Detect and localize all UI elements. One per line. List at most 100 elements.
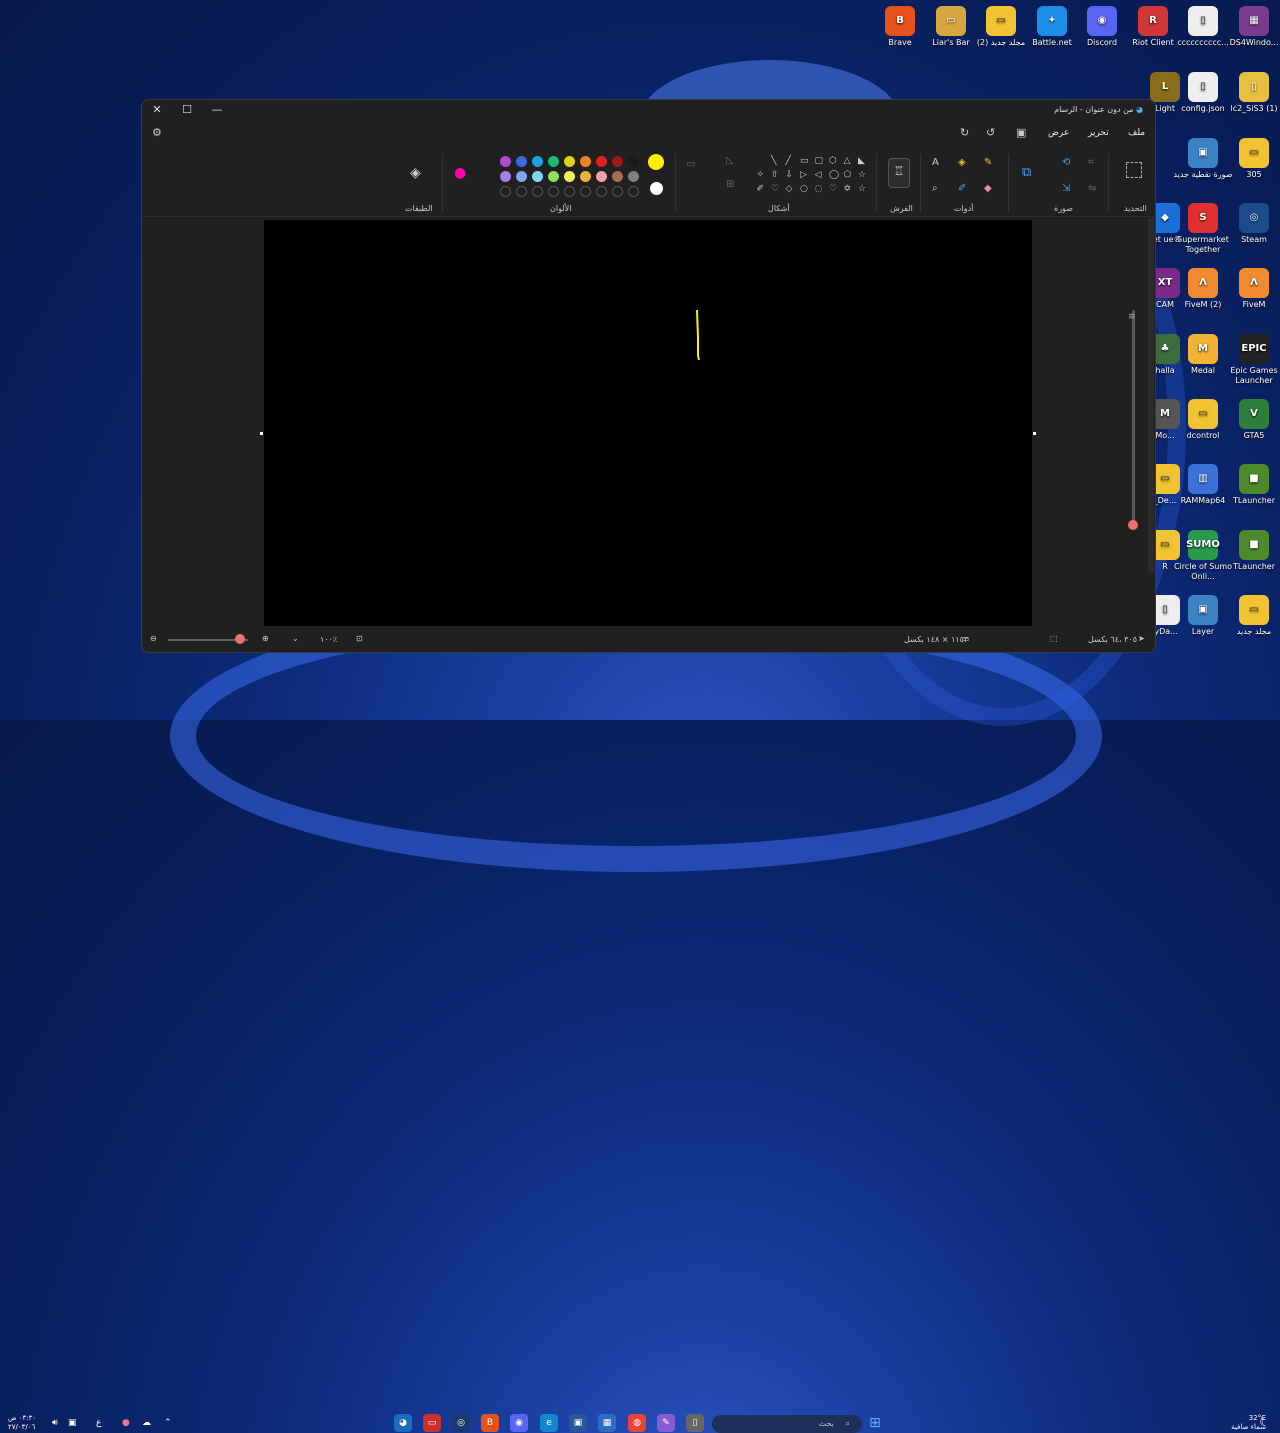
start-button-windows-icon[interactable]: ⊞ bbox=[866, 1414, 884, 1432]
palette-color-swatch[interactable] bbox=[516, 171, 527, 182]
shape-fill-icon[interactable]: ▭ bbox=[686, 160, 695, 170]
network-icon[interactable]: ▣ bbox=[68, 1418, 77, 1428]
flip-image-icon[interactable]: ⇋ bbox=[1088, 184, 1096, 194]
desktop-icon[interactable]: ■ TLauncher bbox=[1223, 530, 1280, 572]
layers-icon[interactable]: ◈ bbox=[410, 166, 421, 180]
shape-option-icon[interactable]: ✧ bbox=[757, 170, 765, 180]
custom-color-slot[interactable] bbox=[580, 186, 591, 197]
brush-size-slider-thumb[interactable] bbox=[1128, 520, 1138, 530]
taskbar-brave-icon[interactable]: B bbox=[481, 1414, 499, 1432]
clock-time[interactable]: ٠٣:٣٠ ص bbox=[8, 1414, 36, 1423]
minimize-button[interactable]: — bbox=[202, 100, 232, 120]
shape-style-icon[interactable]: ⊞ bbox=[726, 180, 734, 190]
palette-color-swatch[interactable] bbox=[564, 156, 575, 167]
desktop-icon[interactable]: ◎ Steam bbox=[1223, 203, 1280, 245]
custom-color-slot[interactable] bbox=[628, 186, 639, 197]
palette-color-swatch[interactable] bbox=[580, 156, 591, 167]
taskbar-app-icon-2[interactable]: ✎ bbox=[657, 1414, 675, 1432]
speaker-icon[interactable]: 🔊︎ bbox=[52, 1418, 58, 1428]
shape-option-icon[interactable]: △ bbox=[844, 156, 851, 166]
desktop-icon[interactable]: ▯ lc2_SiS3 (1) bbox=[1223, 72, 1280, 114]
menu-file[interactable]: ملف bbox=[1128, 128, 1145, 138]
show-hidden-icons-chevron-icon[interactable]: ⌃ bbox=[164, 1418, 172, 1428]
palette-color-swatch[interactable] bbox=[612, 171, 623, 182]
custom-color-slot[interactable] bbox=[548, 186, 559, 197]
shape-option-icon[interactable]: ○ bbox=[800, 184, 808, 194]
desktop-icon[interactable]: Λ FiveM bbox=[1223, 268, 1280, 310]
resize-image-icon[interactable]: ⇲ bbox=[1062, 184, 1070, 194]
zoom-out-icon[interactable]: ⊖ bbox=[150, 634, 157, 643]
shape-option-icon[interactable]: ☆ bbox=[858, 170, 866, 180]
shape-option-icon[interactable]: ▷ bbox=[800, 170, 807, 180]
custom-color-slot[interactable] bbox=[500, 186, 511, 197]
menu-view[interactable]: عرض bbox=[1048, 128, 1069, 138]
palette-color-swatch[interactable] bbox=[548, 171, 559, 182]
shape-option-icon[interactable]: ╱ bbox=[786, 156, 791, 166]
shape-option-icon[interactable]: ╲ bbox=[771, 156, 776, 166]
shape-option-icon[interactable]: ♡ bbox=[771, 184, 779, 194]
palette-color-swatch[interactable] bbox=[564, 171, 575, 182]
palette-color-swatch[interactable] bbox=[628, 171, 639, 182]
vertical-scrollbar[interactable] bbox=[1148, 218, 1154, 573]
drawing-canvas[interactable] bbox=[264, 220, 1032, 626]
weather-moon-icon[interactable]: ☾ bbox=[1259, 1415, 1270, 1429]
select-tool-icon[interactable] bbox=[1126, 162, 1142, 178]
desktop-icon[interactable]: V GTA5 bbox=[1223, 399, 1280, 441]
taskbar-steam-icon[interactable]: ◎ bbox=[452, 1414, 470, 1432]
save-icon[interactable]: ▣ bbox=[1016, 126, 1026, 139]
color-picker-wheel-icon[interactable]: ● bbox=[454, 166, 466, 180]
shape-option-icon[interactable]: ◌ bbox=[815, 184, 823, 194]
shape-option-icon[interactable]: ⇩ bbox=[786, 170, 794, 180]
clock-date[interactable]: ٢٧/٠٣/٠٦ bbox=[8, 1423, 36, 1432]
undo-icon[interactable]: ↺ bbox=[986, 126, 995, 139]
brush-size-slider-track[interactable] bbox=[1132, 310, 1135, 525]
crop-image-icon[interactable]: ⧉ bbox=[1022, 166, 1031, 179]
taskbar-file-icon[interactable]: ▯ bbox=[686, 1414, 704, 1432]
microphone-icon[interactable]: ● bbox=[122, 1418, 130, 1428]
taskbar-store-icon[interactable]: ▦ bbox=[598, 1414, 616, 1432]
taskbar-edge-icon[interactable]: e bbox=[540, 1414, 558, 1432]
palette-color-swatch[interactable] bbox=[500, 156, 511, 167]
zoom-slider-thumb[interactable] bbox=[235, 634, 245, 644]
palette-color-swatch[interactable] bbox=[500, 171, 511, 182]
settings-icon[interactable]: ⚙ bbox=[152, 126, 162, 139]
maximize-button[interactable]: ☐ bbox=[172, 100, 202, 120]
taskbar-paint-icon[interactable]: ◕ bbox=[394, 1414, 412, 1432]
custom-color-slot[interactable] bbox=[596, 186, 607, 197]
desktop-icon[interactable]: ▦ DS4Windo... bbox=[1223, 6, 1280, 48]
shape-option-icon[interactable]: ☆ bbox=[858, 184, 866, 194]
palette-color-swatch[interactable] bbox=[516, 156, 527, 167]
taskbar-discord-icon[interactable]: ◉ bbox=[510, 1414, 528, 1432]
crop-icon[interactable]: ⌗ bbox=[1088, 158, 1094, 168]
desktop-icon[interactable]: ▭ 305 bbox=[1223, 138, 1280, 180]
taskbar-search-box[interactable]: ⌕ بحث bbox=[712, 1415, 862, 1433]
shape-option-icon[interactable]: ◣ bbox=[858, 156, 865, 166]
rotate-image-icon[interactable]: ⟲ bbox=[1062, 158, 1070, 168]
palette-color-swatch[interactable] bbox=[628, 156, 639, 167]
menu-edit[interactable]: تحرير bbox=[1088, 128, 1109, 138]
text-tool-icon[interactable]: A bbox=[932, 158, 939, 168]
palette-color-swatch[interactable] bbox=[532, 171, 543, 182]
secondary-color-swatch[interactable] bbox=[650, 182, 663, 195]
fit-to-window-icon[interactable]: ⊡ bbox=[356, 634, 363, 643]
taskbar-chrome-icon[interactable]: ◍ bbox=[628, 1414, 646, 1432]
canvas-resize-handle-right[interactable] bbox=[1033, 432, 1036, 435]
custom-color-slot[interactable] bbox=[516, 186, 527, 197]
color-picker-tool-icon[interactable]: ✐ bbox=[958, 184, 966, 194]
zoom-dropdown-chevron-icon[interactable]: ⌄ bbox=[292, 634, 299, 643]
fill-tool-icon[interactable]: ◈ bbox=[958, 158, 966, 168]
pencil-tool-icon[interactable]: ✎ bbox=[984, 158, 992, 168]
zoom-level[interactable]: ١٠٠٪ bbox=[320, 635, 337, 644]
palette-color-swatch[interactable] bbox=[532, 156, 543, 167]
eraser-tool-icon[interactable]: ◆ bbox=[984, 184, 992, 194]
taskbar-app-icon[interactable]: ▭ bbox=[423, 1414, 441, 1432]
shape-option-icon[interactable]: ◇ bbox=[786, 184, 793, 194]
shape-option-icon[interactable]: ▭ bbox=[800, 156, 809, 166]
desktop-icon[interactable]: EPIC Epic Games Launcher bbox=[1223, 334, 1280, 386]
shape-outline-icon[interactable]: ◺ bbox=[726, 156, 734, 166]
close-button[interactable]: ✕ bbox=[142, 100, 172, 120]
shape-option-icon[interactable]: ◁ bbox=[815, 170, 822, 180]
canvas-resize-handle-left[interactable] bbox=[260, 432, 263, 435]
shape-option-icon[interactable]: ♡ bbox=[829, 184, 837, 194]
magnifier-tool-icon[interactable]: ⌕ bbox=[932, 184, 938, 194]
